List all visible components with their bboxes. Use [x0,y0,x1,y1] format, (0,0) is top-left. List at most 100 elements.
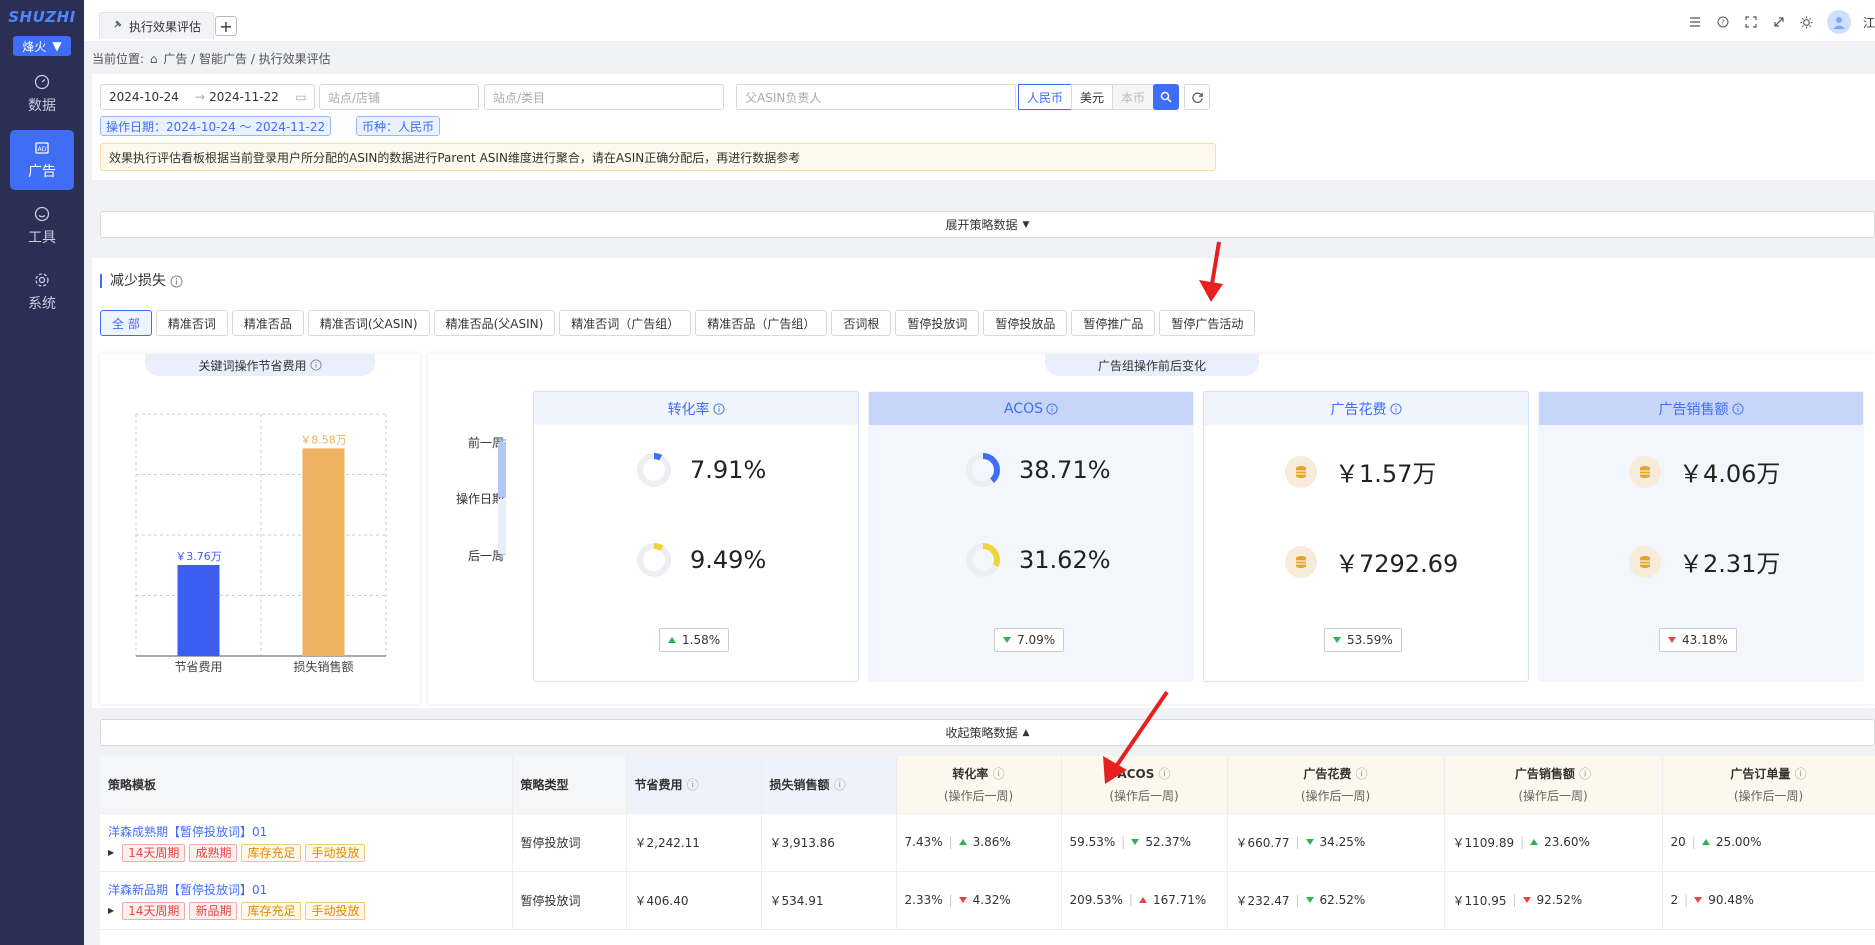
info-icon: ⓘ [686,777,699,792]
trend-icon [1530,839,1539,845]
strategy-tag: 成熟期 [189,843,238,862]
sidebar-item-system[interactable]: 系统 [10,262,74,322]
expand-row-icon[interactable]: ▶ [108,848,114,857]
ring-chart-icon [966,453,1000,487]
cell-sales: ￥1109.89 | 23.60% [1444,813,1663,872]
ring-chart-icon [966,543,1000,577]
top-actions: ? 江 [1687,10,1875,34]
cell-delta: 52.37% [1145,835,1192,849]
tick-label: 损失销售额 [293,659,353,674]
trend-icon [1522,897,1531,903]
asin-owner-select[interactable]: 父ASIN负责人 [736,84,1016,110]
expand-icon[interactable] [1771,14,1787,30]
tab-label: 执行效果评估 [129,19,202,34]
filter-pause-campaign[interactable]: 暂停广告活动 [1159,310,1256,336]
cell-value: ￥232.47 [1235,893,1290,908]
filter-exact-neg-keyword-adgroup[interactable]: 精准否词（广告组） [559,310,692,336]
breadcrumb-path[interactable]: 广告 / 智能广告 / 执行效果评估 [163,52,330,66]
tab-execution-eval[interactable]: 执行效果评估 [99,12,215,39]
metric-after-row: ￥2.31万 [1539,544,1863,579]
gear-icon [34,272,50,288]
date-start[interactable]: 2024-10-24 [109,90,195,104]
col-sales: 广告销售额 ⓘ (操作后一周) [1444,756,1663,814]
cell-delta: 4.32% [972,893,1011,907]
sidebar: SHUZHI 烽火 ▼ 数据 AD 广告 工具 系统 [0,0,84,945]
metric-after-value: 9.49% [690,546,767,574]
filter-pause-product[interactable]: 暂停投放品 [983,310,1068,336]
sidebar-item-ads[interactable]: AD 广告 [10,130,74,190]
metric-after-row: 9.49% [534,542,858,578]
filter-exact-neg-keyword-parent[interactable]: 精准否词(父ASIN) [307,310,430,336]
collapse-strategy-button[interactable]: 收起策略数据 ▲ [100,719,1875,746]
filter-panel: 2024-10-24 → 2024-11-22 ▭ 站点/店铺 站点/类目 父A… [92,74,1875,180]
filter-pause-promoted[interactable]: 暂停推广品 [1071,310,1156,336]
trend-up-icon [668,637,676,643]
add-tab-button[interactable]: + [215,16,237,36]
pin-icon[interactable] [112,19,123,33]
tag-list: ▶ 14天周期 新品期 库存充足 手动投放 [108,901,512,920]
currency-rmb[interactable]: 人民币 [1018,84,1073,110]
info-icon: ⓘ [1158,766,1171,781]
refresh-icon [1191,92,1203,103]
expand-row-icon[interactable]: ▶ [108,906,114,915]
strategy-link[interactable]: 洋森新品期【暂停投放词】01 [108,881,512,898]
filter-exact-neg-product-parent[interactable]: 精准否品(父ASIN) [433,310,556,336]
col-spend: 广告花费 ⓘ (操作后一周) [1227,756,1445,814]
sidebar-item-tools[interactable]: 工具 [10,196,74,256]
currency-usd[interactable]: 美元 [1071,84,1114,110]
table-row: 洋森成熟期【暂停投放词】01 ▶ 14天周期 成熟期 库存充足 手动投放 暂停投放词 ￥2,2… [100,813,1875,872]
metric-after-value: 31.62% [1019,546,1111,574]
filter-all[interactable]: 全 部 [100,310,152,336]
site-store-select[interactable]: 站点/店铺 [319,84,479,110]
bar [302,448,345,656]
cell-delta: 34.25% [1319,835,1366,849]
card-header: 广告组操作前后变化 [1045,354,1259,376]
search-button[interactable] [1153,84,1179,110]
filter-exact-neg-product-adgroup[interactable]: 精准否品（广告组） [695,310,828,336]
info-icon [170,275,183,287]
cell-delta: 25.00% [1715,835,1762,849]
cell-cvr: 7.43% | 3.86% [896,813,1062,872]
info-icon: ⓘ [1355,766,1368,781]
metric-delta: 1.58% [659,628,730,652]
date-end[interactable]: 2024-11-22 [209,90,295,104]
help-icon[interactable]: ? [1715,14,1731,30]
strategy-link[interactable]: 洋森成熟期【暂停投放词】01 [108,823,512,840]
expand-strategy-button[interactable]: 展开策略数据 ▼ [100,211,1875,238]
dashboard-icon [34,74,50,90]
sidebar-item-data[interactable]: 数据 [10,64,74,124]
divider: | [948,835,953,849]
cell-value: 209.53% [1069,893,1123,907]
trend-down-icon [1003,637,1011,643]
currency-local[interactable]: 本币 [1112,84,1155,110]
cell-value: ￥110.95 [1452,893,1507,908]
trend-icon [1138,897,1147,903]
divider: | [1295,893,1300,907]
filter-pause-keyword[interactable]: 暂停投放词 [895,310,980,336]
cell-delta: 92.52% [1536,893,1583,907]
col-saved: 节省费用 ⓘ [626,756,762,814]
home-icon: ⌂ [149,52,158,66]
trend-icon [1694,897,1703,903]
avatar[interactable] [1826,10,1851,34]
shop-selector[interactable]: 烽火 ▼ [13,36,71,56]
metric-card-cvr: 转化率 7.91% 9.49% 1.58% [533,391,859,682]
site-category-select[interactable]: 站点/类目 [484,84,724,110]
date-range-picker[interactable]: 2024-10-24 → 2024-11-22 ▭ [100,84,315,110]
fullscreen-icon[interactable] [1743,14,1759,30]
calendar-icon: ▭ [295,90,307,104]
refresh-button[interactable] [1184,84,1210,110]
caret-down-icon: ▼ [52,39,62,53]
coin-stack-icon [1629,545,1661,578]
theme-icon[interactable] [1799,14,1815,30]
breadcrumb: 当前位置: ⌂ 广告 / 智能广告 / 执行效果评估 [92,50,331,67]
user-name[interactable]: 江 [1863,14,1875,31]
list-icon[interactable] [1687,14,1703,30]
filter-exact-neg-keyword[interactable]: 精准否词 [155,310,228,336]
metric-before-row: ￥1.57万 [1204,454,1528,489]
collapse-label: 收起策略数据 [945,726,1018,740]
filter-neg-root[interactable]: 否词根 [831,310,892,336]
cell-value: ￥660.77 [1235,835,1290,850]
filter-exact-neg-product[interactable]: 精准否品 [231,310,304,336]
notice-banner: 效果执行评估看板根据当前登录用户所分配的ASIN的数据进行Parent ASIN… [100,143,1216,171]
